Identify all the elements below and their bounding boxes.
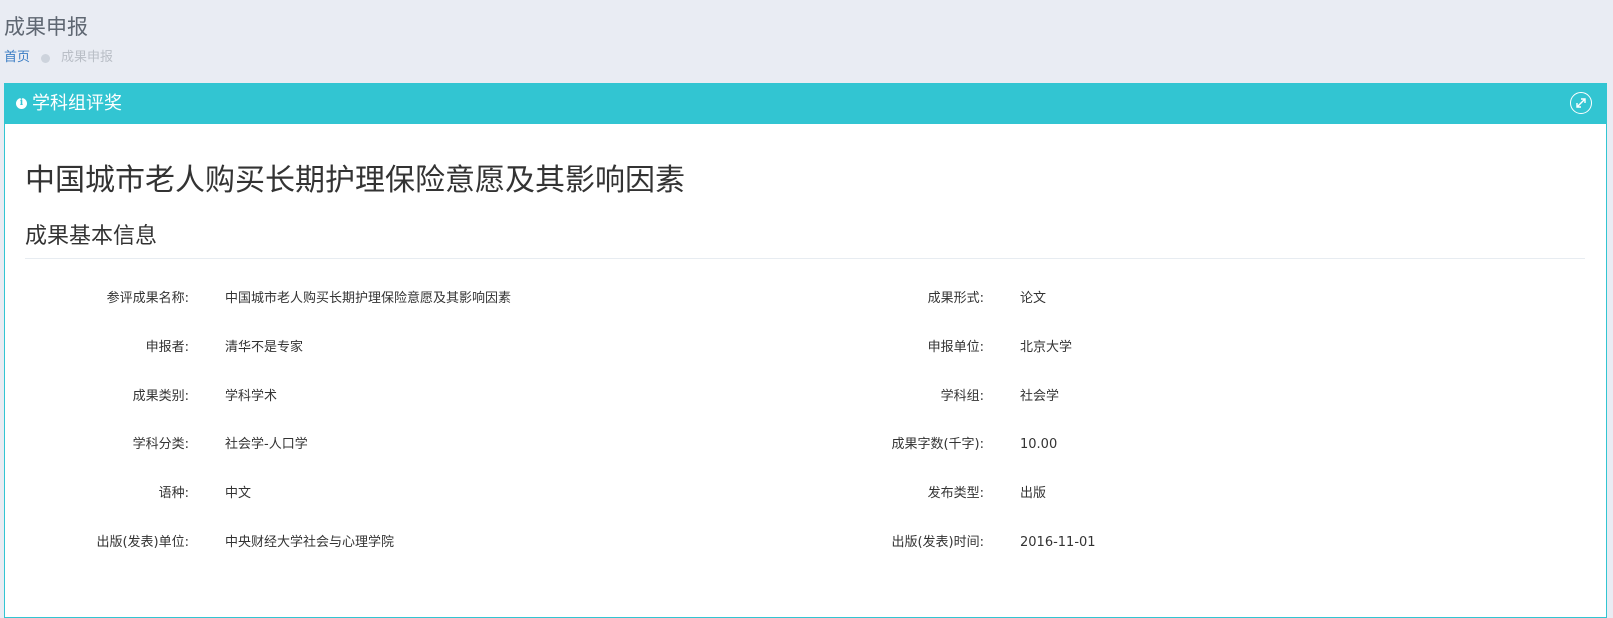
value-result-category: 学科学术: [225, 389, 278, 404]
breadcrumb-separator-dot: [41, 53, 51, 63]
value-discipline-group: 社会学: [1020, 389, 1060, 404]
breadcrumb-home-link[interactable]: 首页: [4, 49, 30, 67]
value-award-name: 中国城市老人购买长期护理保险意愿及其影响因素: [225, 291, 512, 306]
portlet-caption: 学科组评奖: [32, 93, 122, 114]
label-publish-date: 出版(发表)时间:: [891, 535, 984, 550]
info-row-language: 语种: 中文 发布类型: 出版: [5, 483, 1606, 505]
fullscreen-button[interactable]: [1570, 92, 1592, 114]
info-row-publisher: 出版(发表)单位: 中央财经大学社会与心理学院 出版(发表)时间: 2016-1…: [5, 532, 1606, 554]
value-word-count: 10.00: [1020, 437, 1058, 452]
value-result-form: 论文: [1020, 291, 1047, 306]
label-discipline-group: 学科组:: [940, 389, 984, 404]
document-title: 中国城市老人购买长期护理保险意愿及其影响因素: [25, 163, 685, 198]
info-row-classification: 学科分类: 社会学-人口学 成果字数(千字): 10.00: [5, 434, 1606, 456]
label-discipline-classification: 学科分类:: [132, 437, 189, 452]
page-title: 成果申报: [4, 15, 88, 39]
info-row-category: 成果类别: 学科学术 学科组: 社会学: [5, 386, 1606, 408]
expand-icon: [1576, 98, 1586, 108]
label-award-name: 参评成果名称:: [106, 291, 189, 306]
page-header: 成果申报 首页 成果申报: [0, 0, 1613, 82]
award-portlet: i 学科组评奖 中国城市老人购买长期护理保险意愿及其影响因素 成果基本信息 参评…: [4, 83, 1607, 618]
label-publish-type: 发布类型:: [927, 486, 984, 501]
info-icon: i: [16, 98, 27, 109]
label-publisher: 出版(发表)单位:: [96, 535, 189, 550]
value-applicant-unit: 北京大学: [1020, 340, 1073, 355]
portlet-title-bar: i 学科组评奖: [5, 84, 1606, 124]
label-result-form: 成果形式:: [927, 291, 984, 306]
breadcrumb: 首页 成果申报: [4, 49, 113, 67]
value-discipline-classification: 社会学-人口学: [225, 437, 308, 452]
label-language: 语种:: [158, 486, 189, 501]
value-publish-type: 出版: [1020, 486, 1047, 501]
section-heading: 成果基本信息: [25, 224, 158, 249]
label-result-category: 成果类别:: [132, 389, 189, 404]
label-word-count: 成果字数(千字):: [891, 437, 984, 452]
value-publish-date: 2016-11-01: [1020, 535, 1096, 550]
value-publisher: 中央财经大学社会与心理学院: [225, 535, 395, 550]
info-row-title: 参评成果名称: 中国城市老人购买长期护理保险意愿及其影响因素 成果形式: 论文: [5, 288, 1606, 310]
info-row-applicant: 申报者: 清华不是专家 申报单位: 北京大学: [5, 337, 1606, 359]
value-applicant: 清华不是专家: [225, 340, 304, 355]
section-divider: [25, 258, 1585, 259]
label-applicant: 申报者:: [145, 340, 189, 355]
value-language: 中文: [225, 486, 252, 501]
label-applicant-unit: 申报单位:: [927, 340, 984, 355]
breadcrumb-current: 成果申报: [61, 50, 114, 65]
